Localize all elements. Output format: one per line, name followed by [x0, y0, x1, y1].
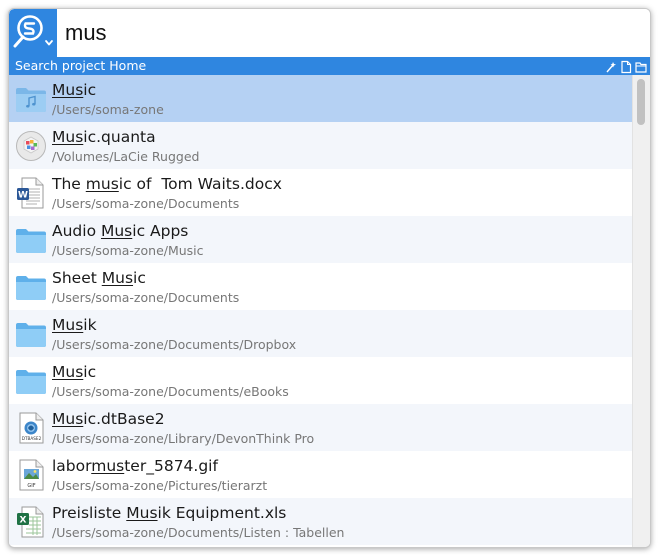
- result-name: Music: [52, 81, 97, 99]
- scope-label: Search project Home: [15, 58, 147, 73]
- search-bar: [9, 9, 650, 57]
- results-list: Music /Users/soma-zone Music.quanta /Vol…: [9, 75, 632, 547]
- result-row[interactable]: Musik /Users/soma-zone/Documents/Dropbox: [9, 310, 632, 357]
- result-row[interactable]: Sheet Music /Users/soma-zone/Documents: [9, 263, 632, 310]
- result-name: Sheet Music: [52, 269, 146, 287]
- scope-bar: Search project Home: [9, 57, 650, 75]
- match-highlight: Mus: [100, 222, 133, 240]
- result-row[interactable]: X Preisliste Musik Equipment.xls /Users/…: [9, 498, 632, 545]
- match-highlight: Mus: [52, 128, 84, 146]
- search-logo-icon: [13, 15, 53, 48]
- result-path: /Users/soma-zone/Documents/Listen : Tabe…: [52, 525, 345, 540]
- scrollbar-thumb[interactable]: [637, 79, 645, 125]
- result-name: labormuster_5874.gif: [52, 457, 218, 475]
- result-path: /Users/soma-zone/Library/DevonThink Pro: [52, 431, 315, 446]
- result-name: Audio Music Apps: [52, 222, 189, 240]
- app-menu-button[interactable]: [9, 9, 57, 57]
- result-name: Musik: [52, 316, 97, 334]
- excel-document-icon: X: [15, 506, 47, 538]
- result-row[interactable]: Music /Users/soma-zone: [9, 75, 632, 122]
- folder-icon: [15, 318, 47, 350]
- match-highlight: Mus: [52, 316, 84, 334]
- folder-filter-icon[interactable]: [635, 59, 647, 73]
- result-path: /Users/soma-zone/Documents/Dropbox: [52, 337, 297, 352]
- result-row[interactable]: GIF labormuster_5874.gif /Users/soma-zon…: [9, 451, 632, 498]
- result-path: /Users/soma-zone/Documents/eBooks: [52, 384, 289, 399]
- result-name: Music: [52, 363, 97, 381]
- match-highlight: Mus: [52, 81, 84, 99]
- gif-document-icon: GIF: [15, 459, 47, 491]
- dtbase-document-icon: DTBASE2: [15, 412, 47, 444]
- result-path: /Users/soma-zone/Documents: [52, 196, 240, 211]
- folder-icon: [15, 224, 47, 256]
- result-path: /Volumes/LaCie Rugged: [52, 149, 200, 164]
- result-path: /Users/soma-zone: [52, 102, 164, 117]
- search-input[interactable]: [65, 17, 625, 49]
- folder-icon: [15, 271, 47, 303]
- wand-filter-icon[interactable]: [605, 59, 617, 73]
- svg-text:X: X: [20, 516, 27, 526]
- quanta-app-icon: [15, 130, 47, 162]
- file-filter-icon[interactable]: [620, 59, 632, 74]
- search-window: Search project Home: [8, 8, 651, 548]
- result-path: /Users/soma-zone/Pictures/tierarzt: [52, 478, 268, 493]
- match-highlight: Mus: [126, 504, 158, 522]
- svg-text:GIF: GIF: [27, 483, 35, 489]
- result-row[interactable]: Audio Music Apps /Users/soma-zone/Music: [9, 216, 632, 263]
- match-highlight: Mus: [101, 269, 134, 287]
- result-name: Music.quanta: [52, 128, 156, 146]
- match-highlight: Mus: [52, 410, 84, 428]
- result-row[interactable]: W The music of Tom Waits.docx /Users/som…: [9, 169, 632, 216]
- result-name: Music.dtBase2: [52, 410, 165, 428]
- result-row[interactable]: DTBASE2 Music.dtBase2 /Users/soma-zone/L…: [9, 404, 632, 451]
- match-highlight: mus: [91, 457, 125, 475]
- scope-filter-group: [605, 59, 647, 74]
- svg-text:W: W: [18, 191, 28, 201]
- result-name: Preisliste Musik Equipment.xls: [52, 504, 287, 522]
- music-folder-icon: [15, 83, 47, 115]
- word-document-icon: W: [15, 177, 47, 209]
- result-path: /Users/soma-zone/Documents: [52, 290, 240, 305]
- match-highlight: mus: [85, 175, 119, 193]
- result-path: /Users/soma-zone/Music: [52, 243, 204, 258]
- svg-text:DTBASE2: DTBASE2: [22, 436, 42, 441]
- results-scrollbar[interactable]: [632, 75, 650, 547]
- result-row[interactable]: Music /Users/soma-zone/Documents/eBooks: [9, 357, 632, 404]
- result-row[interactable]: Music.quanta /Volumes/LaCie Rugged: [9, 122, 632, 169]
- result-name: The music of Tom Waits.docx: [52, 175, 282, 193]
- match-highlight: Mus: [52, 363, 84, 381]
- folder-icon: [15, 365, 47, 397]
